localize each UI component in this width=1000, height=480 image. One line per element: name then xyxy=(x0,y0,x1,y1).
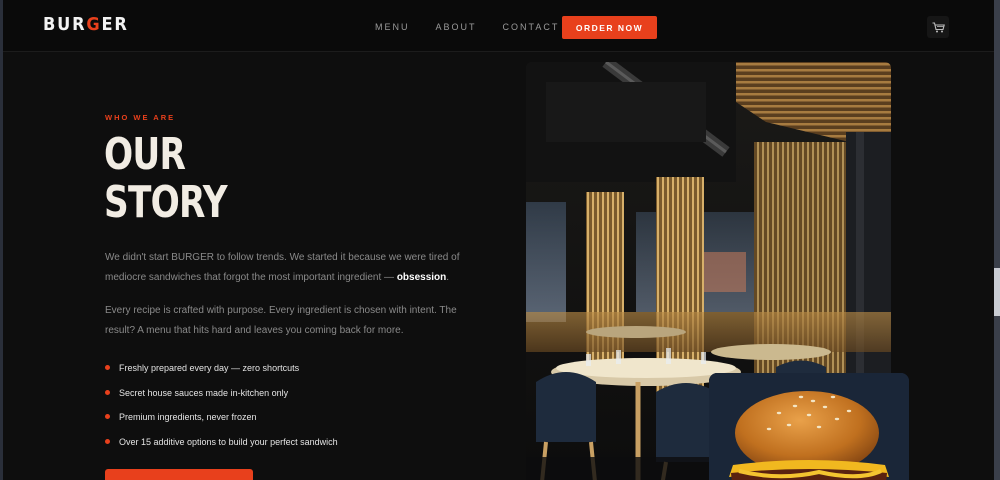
nav-link-about[interactable]: ABOUT xyxy=(436,22,477,32)
window-frame-left xyxy=(0,0,3,480)
section-eyebrow: WHO WE ARE xyxy=(105,113,176,122)
list-item: Secret house sauces made in-kitchen only xyxy=(105,386,338,411)
bullet-dot-icon xyxy=(105,365,110,370)
list-item: Freshly prepared every day — zero shortc… xyxy=(105,361,338,386)
cart-icon xyxy=(932,21,945,32)
top-nav: BURGER MENU ABOUT CONTACT ORDER NOW xyxy=(3,0,994,52)
bullet-dot-icon xyxy=(105,389,110,395)
emphasis-obsession: obsession xyxy=(396,272,447,283)
feature-list: Freshly prepared every day — zero shortc… xyxy=(105,361,338,459)
nav-links: MENU ABOUT CONTACT xyxy=(375,22,559,32)
logo[interactable]: BURGER xyxy=(43,14,129,35)
title-line-2: STORY xyxy=(104,177,228,228)
title-line-1: OUR xyxy=(104,129,186,180)
burger-image xyxy=(709,373,909,480)
nav-link-menu[interactable]: MENU xyxy=(375,22,410,32)
bullet-dot-icon xyxy=(105,414,110,419)
story-paragraph-1: We didn't start BURGER to follow trends.… xyxy=(105,252,460,283)
scrollbar-thumb[interactable] xyxy=(994,268,1000,316)
nav-link-contact[interactable]: CONTACT xyxy=(503,22,560,32)
bullet-dot-icon xyxy=(105,438,110,444)
order-now-button[interactable]: ORDER NOW xyxy=(562,16,657,39)
list-item: Over 15 additive options to build your p… xyxy=(105,435,338,460)
list-item: Premium ingredients, never frozen xyxy=(105,410,338,435)
scrollbar-track[interactable] xyxy=(994,0,1000,480)
story-paragraph-2: Every recipe is crafted with purpose. Ev… xyxy=(105,305,457,336)
cart-button[interactable] xyxy=(927,16,949,38)
page-title: OUR STORY xyxy=(104,129,228,228)
cta-button[interactable] xyxy=(105,469,253,480)
